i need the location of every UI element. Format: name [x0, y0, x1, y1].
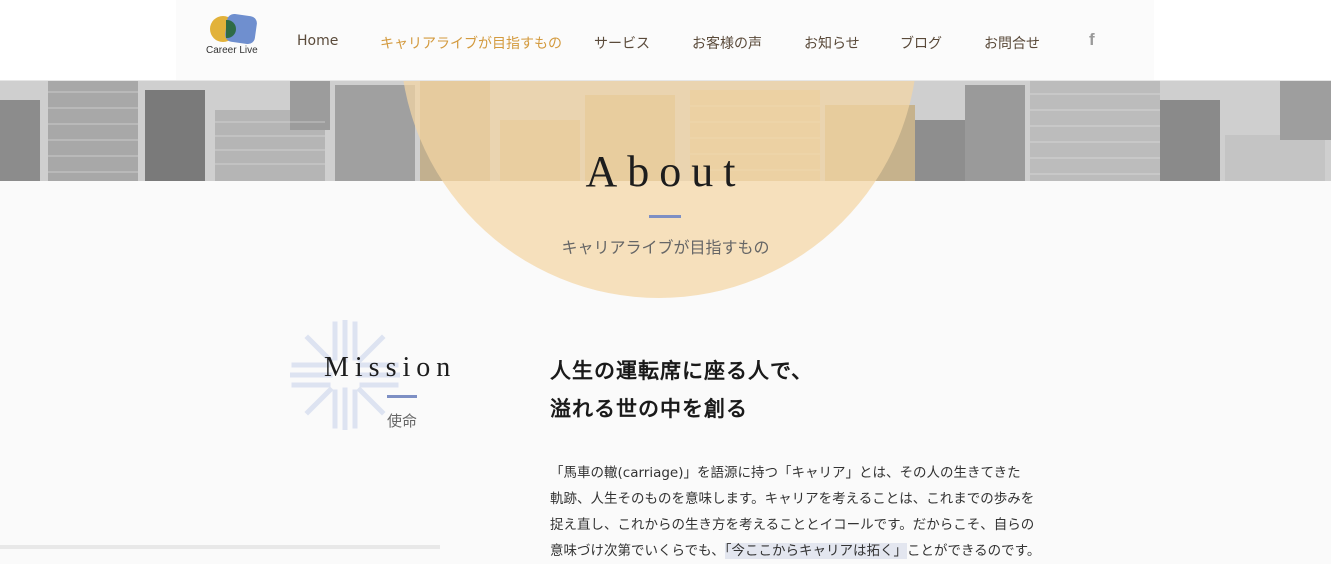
facebook-icon[interactable]: f	[1089, 30, 1101, 50]
horizontal-scrollbar[interactable]	[0, 545, 440, 549]
nav-item-blog[interactable]: ブログ	[900, 33, 942, 53]
nav-item-home[interactable]: Home	[297, 33, 338, 49]
body-highlight: 「今ここからキャリアは拓く」	[724, 543, 907, 559]
body-line-1: 「馬車の轍(carriage)」を語源に持つ「キャリア」とは、その人の生きてきた	[550, 465, 1021, 481]
nav-item-contact[interactable]: お問合せ	[984, 33, 1040, 53]
body-line-3: 捉え直し、これからの生き方を考えることとイコールです。だからこそ、自らの	[550, 517, 1035, 533]
mission-headline: 人生の運転席に座る人で、 溢れる世の中を創る	[550, 352, 813, 428]
mission-title: Mission	[324, 352, 457, 383]
logo-text: Career Live	[206, 45, 258, 56]
nav-item-voice[interactable]: お客様の声	[692, 33, 762, 53]
mission-underline	[387, 395, 417, 398]
career-live-logo[interactable]: Career Live	[206, 13, 262, 60]
nav-item-news[interactable]: お知らせ	[804, 33, 860, 53]
page-subtitle: キャリアライブが目指すもの	[561, 238, 770, 257]
nav-item-about[interactable]: キャリアライブが目指すもの	[380, 33, 562, 53]
body-line-4: 意味づけ次第でいくらでも、「今ここからキャリアは拓く」ことができるのです。	[550, 538, 1045, 564]
nav-item-service[interactable]: サービス	[594, 33, 650, 53]
page-title: About	[585, 147, 746, 196]
mission-subtitle: 使命	[387, 412, 418, 430]
headline-line-1: 人生の運転席に座る人で、	[550, 359, 814, 383]
title-underline	[649, 215, 681, 218]
body-line-4-post: ことができるのです。	[906, 543, 1041, 559]
header-inner: Career Live Home キャリアライブが目指すもの サービス お客様の…	[176, 0, 1154, 80]
body-line-2: 軌跡、人生そのものを意味します。キャリアを考えることは、これまでの歩みを	[550, 491, 1035, 507]
mission-body: 「馬車の轍(carriage)」を語源に持つ「キャリア」とは、その人の生きてきた…	[550, 460, 1045, 564]
headline-line-2: 溢れる世の中を創る	[550, 397, 748, 421]
body-line-4-pre: 意味づけ次第でいくらでも、	[550, 543, 725, 559]
site-header: Career Live Home キャリアライブが目指すもの サービス お客様の…	[0, 0, 1331, 81]
